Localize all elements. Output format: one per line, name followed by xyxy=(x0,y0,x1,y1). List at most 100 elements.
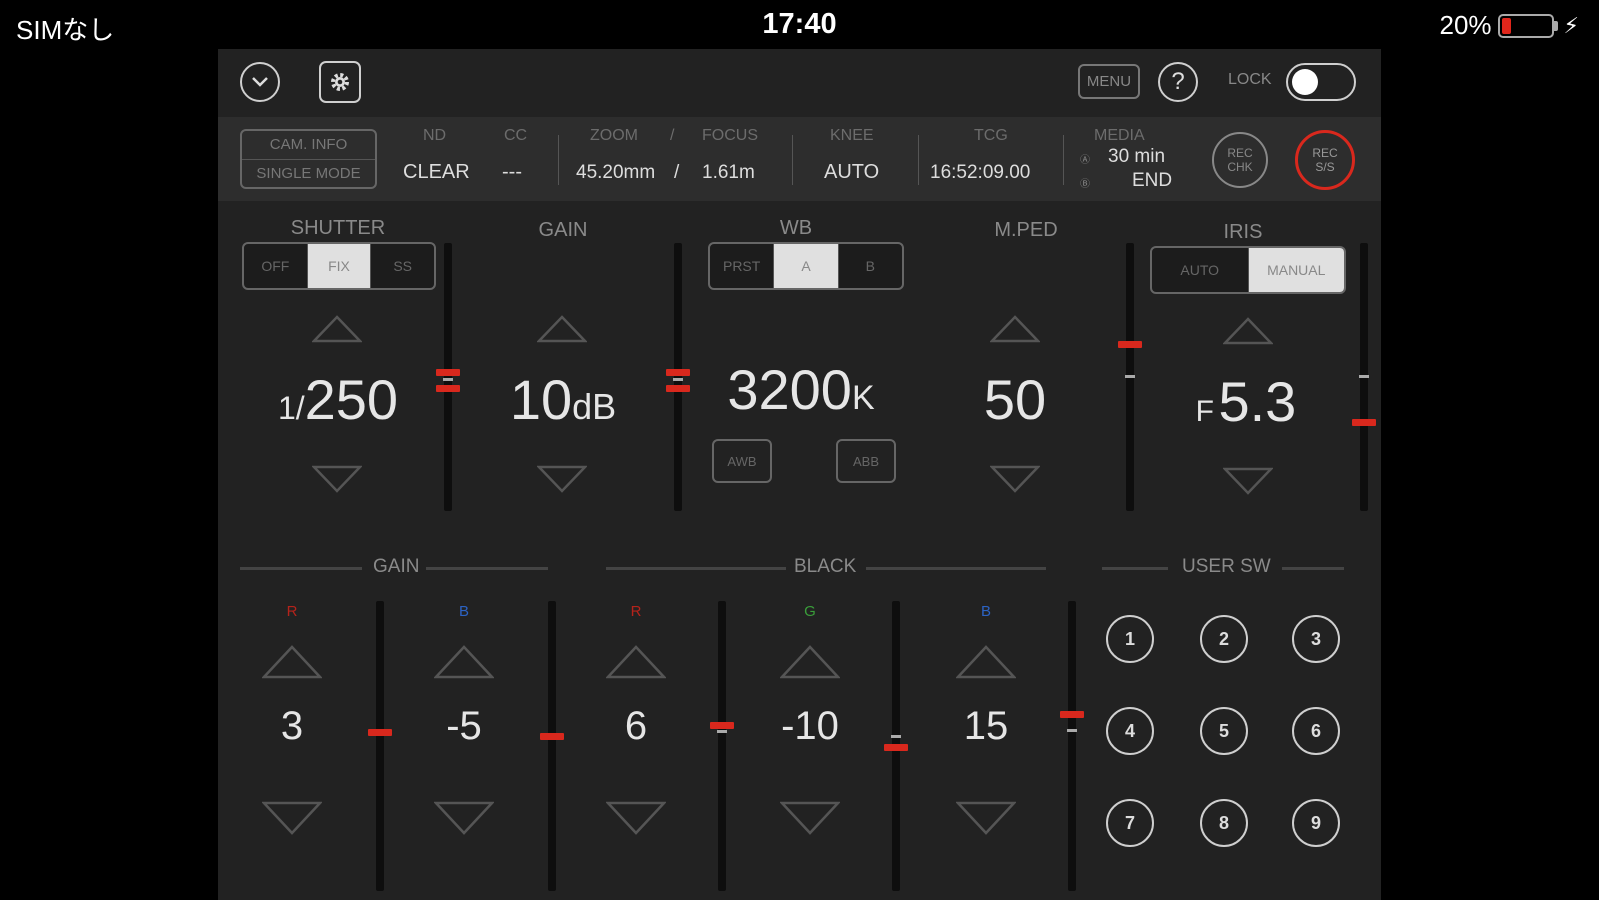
knee-value[interactable]: AUTO xyxy=(824,161,879,184)
user-switch-4[interactable]: 4 xyxy=(1106,707,1154,755)
media-slot1-remaining: 30 min xyxy=(1108,146,1166,167)
user-switch-6[interactable]: 6 xyxy=(1292,707,1340,755)
media-label: MEDIA xyxy=(1094,127,1145,144)
gain-b-slider-track[interactable] xyxy=(548,601,556,891)
cam-info-button[interactable]: CAM. INFO SINGLE MODE xyxy=(240,129,377,189)
black-section-title: BLACK xyxy=(794,556,857,577)
mped-title: M.PED xyxy=(994,219,1058,241)
black-g-down-arrow-icon[interactable] xyxy=(780,801,840,835)
lock-label: LOCK xyxy=(1228,71,1272,88)
mped-slider-marker[interactable] xyxy=(1118,341,1142,348)
shutter-value: 250 xyxy=(304,368,399,431)
gain-b-label: B xyxy=(458,603,469,620)
wb-title: WB xyxy=(779,217,813,239)
wb-preset-option[interactable]: PRST xyxy=(710,244,775,288)
mped-up-arrow-icon[interactable] xyxy=(990,315,1040,343)
gain-slider-marker[interactable] xyxy=(666,369,690,376)
black-b-slider-track[interactable] xyxy=(1068,601,1076,891)
abb-button[interactable]: ABB xyxy=(836,439,896,483)
black-g-slider-marker[interactable] xyxy=(884,744,908,751)
settings-gear-icon[interactable] xyxy=(319,61,361,103)
black-b-up-arrow-icon[interactable] xyxy=(956,645,1016,679)
wb-value-display: 3200K xyxy=(698,357,904,422)
cam-info-label: CAM. INFO xyxy=(242,131,375,160)
collapse-chevron-icon[interactable] xyxy=(240,62,280,102)
black-b-label: B xyxy=(980,603,991,620)
charging-icon: ⚡ xyxy=(1563,12,1579,38)
iris-manual-option[interactable]: MANUAL xyxy=(1248,248,1344,292)
wb-b-option[interactable]: B xyxy=(839,244,902,288)
black-r-down-arrow-icon[interactable] xyxy=(606,801,666,835)
iris-value-display: F 5.3 xyxy=(1148,369,1344,434)
help-icon[interactable]: ? xyxy=(1158,62,1198,102)
user-switch-1[interactable]: 1 xyxy=(1106,615,1154,663)
mped-down-arrow-icon[interactable] xyxy=(990,465,1040,493)
black-b-value: 15 xyxy=(963,704,1009,748)
media-slot2-remaining: END xyxy=(1132,170,1173,191)
user-switch-8[interactable]: 8 xyxy=(1200,799,1248,847)
iris-up-arrow-icon[interactable] xyxy=(1223,317,1273,345)
shutter-off-option[interactable]: OFF xyxy=(244,244,308,288)
black-r-slider-marker[interactable] xyxy=(710,722,734,729)
user-switch-3[interactable]: 3 xyxy=(1292,615,1340,663)
black-g-value: -10 xyxy=(781,704,839,748)
shutter-title: SHUTTER xyxy=(290,217,386,239)
slot-b-icon: Ⓑ xyxy=(1080,179,1090,190)
shutter-slider-marker-2 xyxy=(436,385,460,392)
focus-value: 1.61m xyxy=(702,162,755,183)
gain-r-down-arrow-icon[interactable] xyxy=(262,801,322,835)
user-sw-section-title: USER SW xyxy=(1182,556,1271,577)
user-switch-9[interactable]: 9 xyxy=(1292,799,1340,847)
cc-value[interactable]: --- xyxy=(502,161,522,184)
gain-r-slider-marker[interactable] xyxy=(368,729,392,736)
iris-title: IRIS xyxy=(1223,221,1263,243)
gain-r-up-arrow-icon[interactable] xyxy=(262,645,322,679)
black-g-up-arrow-icon[interactable] xyxy=(780,645,840,679)
gain-slider-marker-2 xyxy=(666,385,690,392)
black-r-value: 6 xyxy=(624,704,648,748)
gain-b-slider-marker[interactable] xyxy=(540,733,564,740)
wb-unit: K xyxy=(851,379,875,417)
gain-b-down-arrow-icon[interactable] xyxy=(434,801,494,835)
shutter-slider-track[interactable] xyxy=(444,243,452,511)
rec-start-stop-button[interactable]: REC S/S xyxy=(1295,130,1355,190)
wb-mode-selector: PRST A B xyxy=(708,242,904,290)
zoom-label: ZOOM xyxy=(590,127,638,144)
gain-down-arrow-icon[interactable] xyxy=(537,465,587,493)
black-g-label: G xyxy=(804,603,816,620)
rec-check-button[interactable]: REC CHK xyxy=(1212,132,1268,188)
gain-title: GAIN xyxy=(538,219,588,241)
user-switch-2[interactable]: 2 xyxy=(1200,615,1248,663)
shutter-down-arrow-icon[interactable] xyxy=(312,465,362,493)
awb-button[interactable]: AWB xyxy=(712,439,772,483)
iris-auto-option[interactable]: AUTO xyxy=(1152,248,1249,292)
wb-a-option[interactable]: A xyxy=(774,244,839,288)
iris-down-arrow-icon[interactable] xyxy=(1223,467,1273,495)
mped-value: 50 xyxy=(983,368,1047,431)
gain-up-arrow-icon[interactable] xyxy=(537,315,587,343)
carrier-label: SIMなし xyxy=(16,15,115,45)
menu-button[interactable]: MENU xyxy=(1078,64,1140,99)
user-switch-7[interactable]: 7 xyxy=(1106,799,1154,847)
black-r-up-arrow-icon[interactable] xyxy=(606,645,666,679)
shutter-fix-option[interactable]: FIX xyxy=(307,244,372,288)
zoom-value: 45.20mm xyxy=(576,162,656,183)
shutter-up-arrow-icon[interactable] xyxy=(312,315,362,343)
shutter-ss-option[interactable]: SS xyxy=(371,244,434,288)
black-b-slider-marker[interactable] xyxy=(1060,711,1084,718)
black-b-down-arrow-icon[interactable] xyxy=(956,801,1016,835)
iris-mode-selector: AUTO MANUAL xyxy=(1150,246,1346,294)
focus-label: FOCUS xyxy=(702,127,758,144)
lock-toggle[interactable] xyxy=(1286,63,1356,101)
single-mode-label: SINGLE MODE xyxy=(256,165,361,182)
shutter-slider-marker[interactable] xyxy=(436,369,460,376)
gain-slider-track[interactable] xyxy=(674,243,682,511)
gain-b-up-arrow-icon[interactable] xyxy=(434,645,494,679)
camera-remote-app: MENU ? LOCK CAM. INFO SINGLE MODE ND CLE… xyxy=(218,49,1381,900)
iris-slider-marker[interactable] xyxy=(1352,419,1376,426)
zoom-focus-slash: / xyxy=(670,127,675,144)
black-r-slider-track[interactable] xyxy=(718,601,726,891)
nd-value[interactable]: CLEAR xyxy=(403,161,470,184)
user-switch-5[interactable]: 5 xyxy=(1200,707,1248,755)
gain-r-slider-track[interactable] xyxy=(376,601,384,891)
